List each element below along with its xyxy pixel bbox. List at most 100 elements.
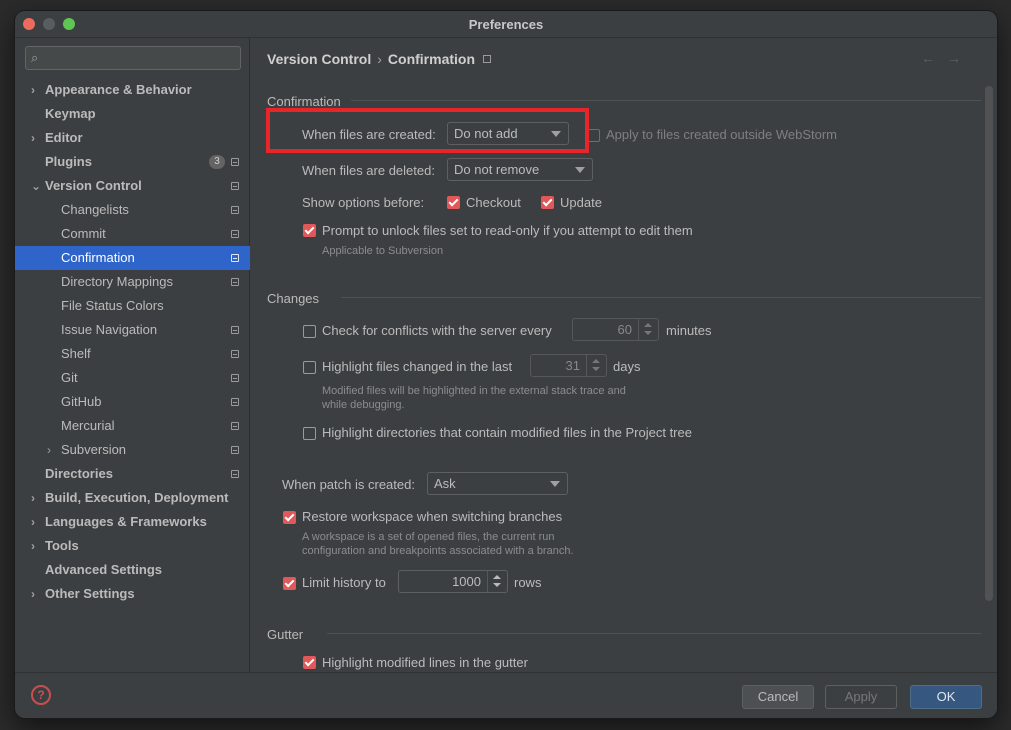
section-title-changes: Changes [267,291,320,306]
restore-workspace-label: Restore workspace when switching branche… [302,509,563,524]
project-scope-icon [231,230,239,238]
highlight-days-unit: days [613,359,641,374]
prompt-unlock-hint: Applicable to Subversion [322,245,444,257]
files-created-select[interactable]: Do not add [447,122,569,145]
highlight-changed-checkbox[interactable] [303,361,316,374]
section-divider [351,100,981,101]
sidebar-item-label: Advanced Settings [45,562,163,577]
sidebar-item-languages-frameworks[interactable]: › Languages & Frameworks [15,510,250,534]
history-limit-spinner[interactable]: 1000 [398,570,508,593]
apply-outside-label: Apply to files created outside WebStorm [606,127,837,142]
chevron-right-icon[interactable]: › [31,78,35,102]
highlight-gutter-checkbox[interactable] [303,656,316,669]
project-scope-icon [231,422,239,430]
project-scope-icon [231,278,239,286]
spinner-arrows-icon[interactable] [586,355,606,376]
files-deleted-label: When files are deleted: [302,163,435,178]
preferences-window: Preferences ⌕ › Appearance & Behavior Keym… [15,11,997,718]
conflicts-interval-spinner[interactable]: 60 [572,318,659,341]
highlight-days-spinner[interactable]: 31 [530,354,607,377]
sidebar-item-tools[interactable]: › Tools [15,534,250,558]
search-input[interactable] [48,49,238,67]
back-arrow-icon[interactable]: ← [921,50,947,66]
sidebar-item-shelf[interactable]: Shelf [15,342,250,366]
sidebar-item-keymap[interactable]: Keymap [15,102,250,126]
sidebar-item-directories[interactable]: Directories [15,462,250,486]
apply-outside-checkbox[interactable] [587,129,600,142]
sidebar-item-label: Languages & Frameworks [45,514,207,529]
sidebar-item-label: Subversion [61,442,127,457]
sidebar-item-github[interactable]: GitHub [15,390,250,414]
checkout-checkbox[interactable] [447,196,460,209]
sidebar-item-commit[interactable]: Commit [15,222,250,246]
prompt-unlock-checkbox[interactable] [303,224,316,237]
sidebar-item-confirmation[interactable]: Confirmation [15,246,250,270]
sidebar-item-version-control[interactable]: ⌄ Version Control [15,174,250,198]
check-conflicts-checkbox[interactable] [303,325,316,338]
section-divider [341,297,981,298]
chevron-right-icon[interactable]: › [47,438,51,462]
project-scope-icon [231,206,239,214]
search-icon: ⌕ [31,50,39,65]
settings-search[interactable]: ⌕ [25,46,241,70]
chevron-down-icon [575,167,585,173]
sidebar-item-changelists[interactable]: Changelists [15,198,250,222]
project-scope-icon [231,254,239,262]
chevron-down-icon[interactable]: ⌄ [31,174,41,198]
sidebar-item-mercurial[interactable]: Mercurial [15,414,250,438]
sidebar-item-plugins[interactable]: Plugins 3 [15,150,250,174]
patch-created-select[interactable]: Ask [427,472,568,495]
sidebar-item-subversion[interactable]: › Subversion [15,438,250,462]
cancel-button[interactable]: Cancel [742,685,814,709]
chevron-right-icon[interactable]: › [31,582,35,606]
spinner-arrows-icon[interactable] [638,319,658,340]
check-conflicts-label: Check for conflicts with the server ever… [322,323,552,338]
sidebar-item-other-settings[interactable]: › Other Settings [15,582,250,606]
highlight-dirs-checkbox[interactable] [303,427,316,440]
sidebar-item-editor[interactable]: › Editor [15,126,250,150]
content-scrollbar[interactable] [985,86,993,601]
sidebar-item-git[interactable]: Git [15,366,250,390]
limit-history-checkbox[interactable] [283,577,296,590]
ok-button[interactable]: OK [910,685,982,709]
chevron-right-icon[interactable]: › [31,510,35,534]
breadcrumb-parent[interactable]: Version Control [267,51,371,67]
sidebar-item-label: Changelists [61,202,129,217]
files-deleted-select[interactable]: Do not remove [447,158,593,181]
update-label: Update [560,195,602,210]
forward-arrow-icon[interactable]: → [947,50,973,66]
sidebar-item-label: Plugins [45,154,92,169]
project-scope-icon [483,55,492,63]
conflicts-unit: minutes [666,323,712,338]
sidebar-item-label: Build, Execution, Deployment [45,490,229,505]
sidebar-item-label: Shelf [61,346,91,361]
sidebar-item-label: Keymap [45,106,96,121]
section-title-gutter: Gutter [267,627,304,642]
sidebar-item-label: File Status Colors [61,298,164,313]
chevron-right-icon[interactable]: › [31,126,35,150]
section-title-confirmation: Confirmation [267,94,341,109]
spinner-arrows-icon[interactable] [487,571,507,592]
sidebar-item-advanced-settings[interactable]: Advanced Settings [15,558,250,582]
apply-button[interactable]: Apply [825,685,897,709]
project-scope-icon [231,182,239,190]
update-checkbox[interactable] [541,196,554,209]
chevron-right-icon[interactable]: › [31,486,35,510]
breadcrumb-current: Confirmation [387,51,476,67]
sidebar-item-appearance-behavior[interactable]: › Appearance & Behavior [15,78,250,102]
chevron-right-icon[interactable]: › [31,534,35,558]
help-icon[interactable]: ? [31,685,51,705]
breadcrumb: Version Control › Confirmation [267,51,492,67]
project-scope-icon [231,158,239,166]
limit-history-label: Limit history to [302,575,386,590]
history-limit-value: 1000 [452,574,481,589]
sidebar-item-issue-navigation[interactable]: Issue Navigation [15,318,250,342]
sidebar-item-file-status-colors[interactable]: File Status Colors [15,294,250,318]
highlight-days-value: 31 [565,358,580,373]
sidebar-item-build-execution-deployment[interactable]: › Build, Execution, Deployment [15,486,250,510]
restore-workspace-checkbox[interactable] [283,511,296,524]
checkout-label: Checkout [466,195,521,210]
dialog-footer: Cancel Apply OK [15,672,997,718]
sidebar-item-directory-mappings[interactable]: Directory Mappings [15,270,250,294]
sidebar-item-label: Issue Navigation [61,322,158,337]
